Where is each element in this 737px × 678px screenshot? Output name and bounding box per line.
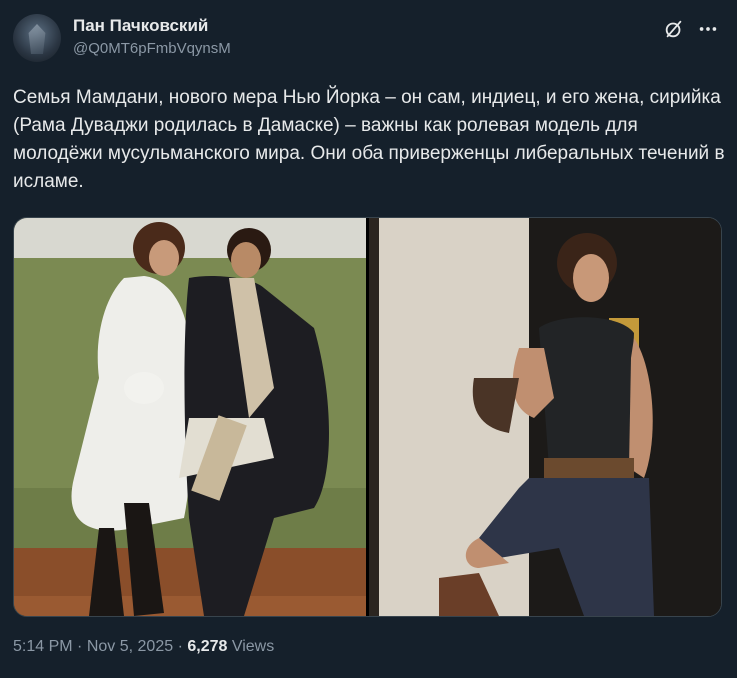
grok-icon[interactable]	[663, 18, 685, 40]
views-label: Views	[231, 638, 275, 655]
meta-separator: ·	[177, 638, 183, 655]
tweet-time[interactable]: 5:14 PM	[13, 638, 73, 655]
views-count: 6,278	[187, 638, 228, 655]
portrait-photo[interactable]	[369, 218, 721, 616]
wedding-photo[interactable]	[14, 218, 366, 616]
avatar-figure	[28, 24, 46, 54]
meta-separator: ·	[77, 638, 83, 655]
tweet-text: Семья Мамдани, нового мера Нью Йорка – о…	[13, 87, 725, 192]
author-handle[interactable]: @Q0MT6pFmbVqynsM	[73, 40, 231, 57]
media-grid[interactable]	[13, 217, 722, 617]
avatar[interactable]	[13, 14, 61, 62]
tweet-meta: 5:14 PM · Nov 5, 2025 · 6,278 Views	[13, 638, 274, 656]
tweet-header: Пан Пачковский @Q0MT6pFmbVqynsM	[13, 12, 725, 64]
more-icon[interactable]	[697, 18, 719, 40]
tweet-date[interactable]: Nov 5, 2025	[87, 638, 173, 655]
author-name[interactable]: Пан Пачковский	[73, 16, 208, 36]
